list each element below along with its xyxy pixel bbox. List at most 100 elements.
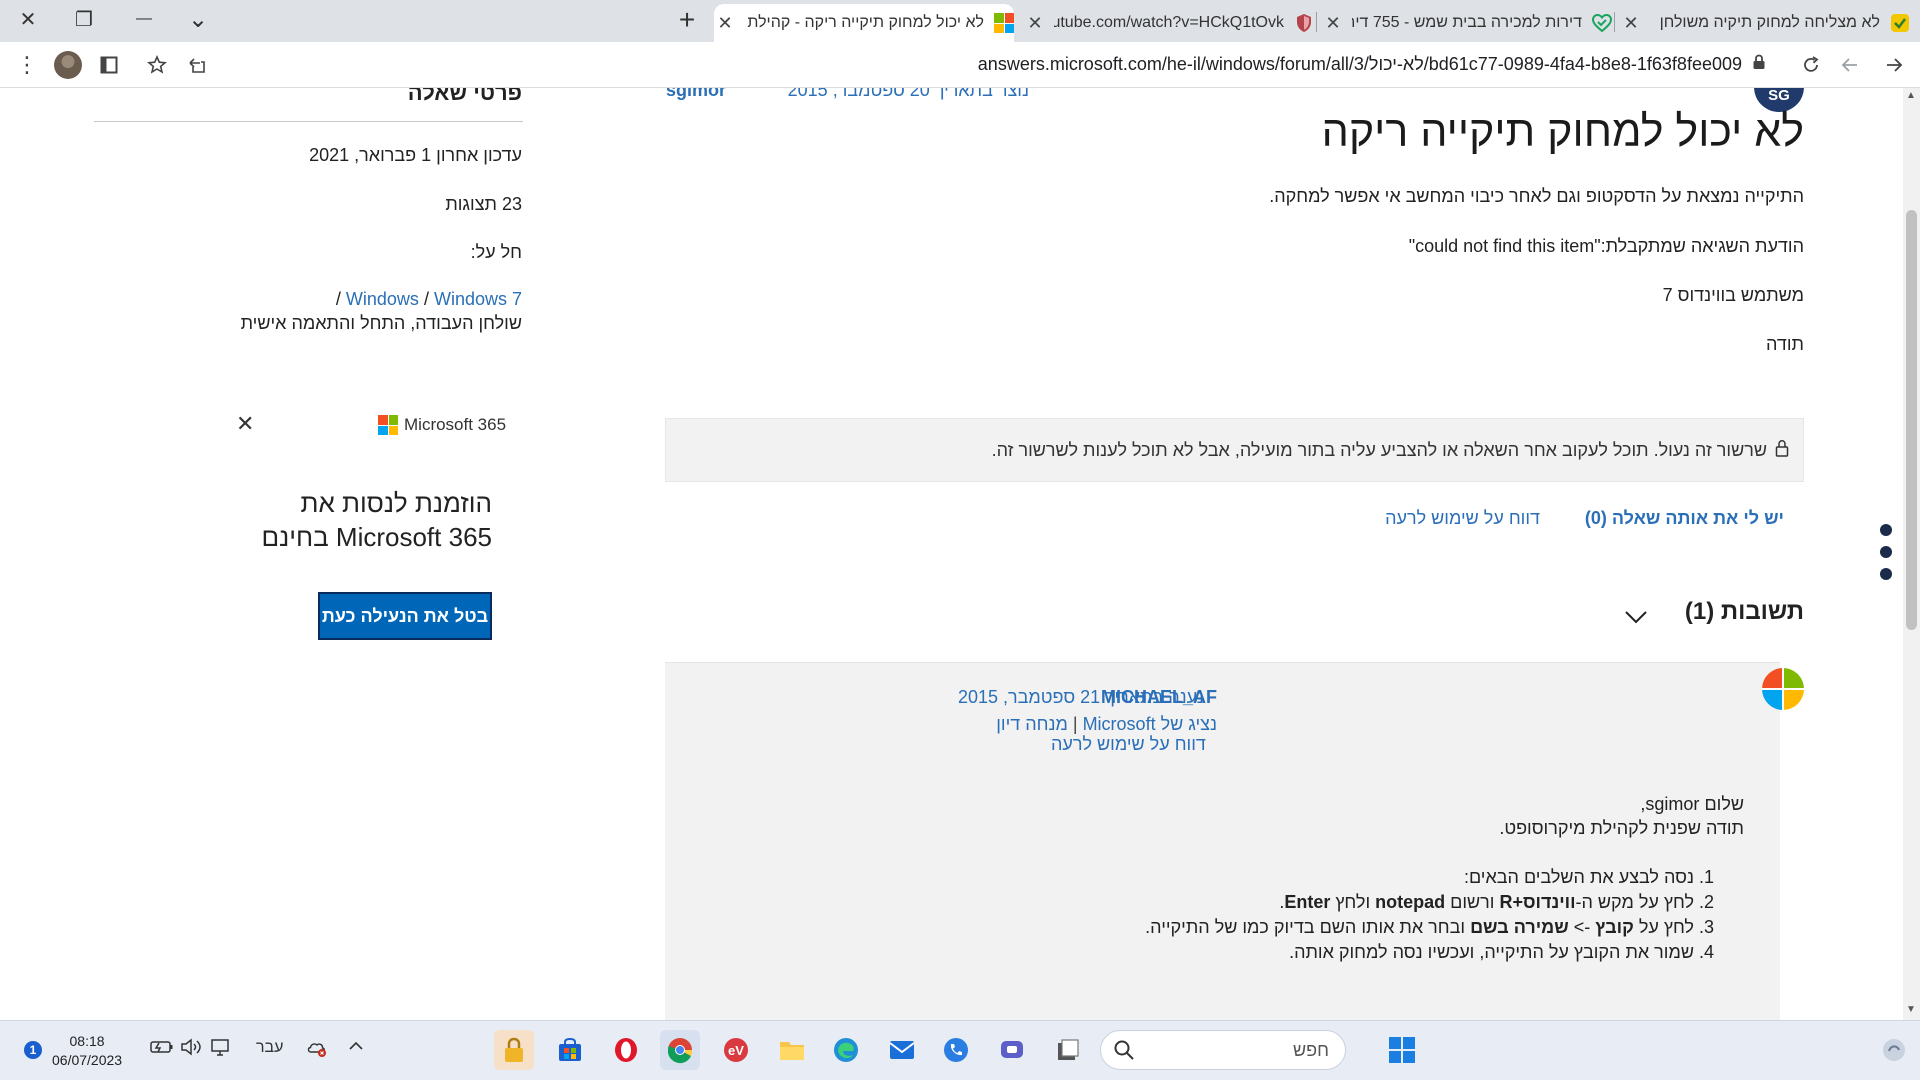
clock-date: 06/07/2023 — [52, 1052, 123, 1068]
share-icon[interactable] — [182, 50, 212, 80]
question-author[interactable]: sgimor — [666, 88, 726, 101]
volume-icon[interactable] — [180, 1038, 202, 1061]
store-icon[interactable] — [550, 1030, 590, 1070]
phone-link-icon[interactable] — [936, 1030, 976, 1070]
reload-icon[interactable] — [1796, 50, 1826, 80]
app-window-icon[interactable] — [1048, 1030, 1088, 1070]
breadcrumb-desktop[interactable]: שולחן העבודה, התחל והתאמה אישית — [241, 313, 522, 334]
file-explorer-icon[interactable] — [772, 1030, 812, 1070]
new-tab-button[interactable]: + — [672, 6, 702, 36]
mail-icon[interactable] — [882, 1030, 922, 1070]
restore-window-button[interactable]: ❐ — [56, 0, 112, 38]
chevron-down-icon: ⌄ — [187, 5, 209, 33]
microsoft-icon — [378, 415, 398, 435]
taskbar-search-placeholder: חפש — [1293, 1039, 1329, 1060]
tab-active[interactable]: לא יכול למחוק תיקייה ריקה - קהילת ✕ — [714, 4, 1014, 42]
answer-role[interactable]: נציג של Microsoft — [1083, 714, 1217, 734]
network-icon[interactable] — [210, 1038, 232, 1063]
close-icon[interactable]: ✕ — [236, 411, 254, 437]
minimize-icon: — — [136, 10, 152, 27]
tab-forum[interactable]: לא מצליחה למחוק תיקיה משולחן ✕ — [1620, 4, 1910, 42]
breadcrumb: Windows / Windows 7 / — [335, 289, 522, 309]
close-window-button[interactable]: ✕ — [0, 0, 56, 38]
answer-greeting: שלום sgimor, — [1640, 794, 1744, 814]
scroll-up-arrow-icon[interactable]: ▲ — [1906, 90, 1916, 101]
tab-apartments[interactable]: דירות למכירה בבית שמש - 755 דירות ✕ — [1322, 4, 1612, 42]
lock-app-icon[interactable] — [494, 1030, 534, 1070]
question-body-line: הודעת השגיאה שמתקבלת:"could not find thi… — [1408, 236, 1804, 256]
answer-role[interactable]: מנחה דיון — [996, 714, 1068, 734]
notification-badge[interactable]: 1 — [24, 1041, 42, 1059]
breadcrumb-windows7[interactable]: Windows 7 — [434, 289, 522, 309]
page-content: SG נוצר בתאריך 20 ספטמבר, 2015 sgimor לא… — [0, 88, 1920, 1020]
input-language[interactable]: עבר — [256, 1039, 283, 1057]
answer-step: 3. לחץ על קובץ -> שמירה בשם ובחר את אותו… — [1145, 917, 1714, 937]
sidebar-title: פרטי שאלה — [407, 88, 522, 105]
answer-report-link[interactable]: דווח על שימוש לרעה — [1051, 734, 1206, 755]
tab-youtube[interactable]: youtube.com/watch?v=HCkQ1tOvk ✕ — [1024, 4, 1314, 42]
dot-icon — [1880, 524, 1892, 536]
locked-notice-text: שרשור זה נעול. תוכל לעקוב אחר השאלה או ל… — [991, 439, 1767, 460]
promo-brand: Microsoft 365 — [378, 415, 506, 435]
taskbar-search[interactable]: חפש — [1100, 1030, 1346, 1070]
onedrive-offline-icon[interactable] — [306, 1038, 328, 1063]
copilot-icon[interactable] — [1874, 1030, 1914, 1070]
chevron-up-icon[interactable] — [348, 1038, 364, 1059]
restore-icon: ❐ — [75, 8, 93, 31]
same-question-button[interactable]: יש לי את אותה שאלה (0) — [1585, 508, 1784, 529]
tab-close-icon[interactable]: ✕ — [1620, 13, 1642, 34]
tab-separator — [1316, 12, 1317, 32]
scroll-down-arrow-icon[interactable]: ▼ — [1906, 1004, 1916, 1015]
tab-title: youtube.com/watch?v=HCkQ1tOvk — [1054, 14, 1284, 31]
unlock-now-button[interactable]: בטל את הנעילה כעת — [318, 592, 492, 640]
microsoft-icon — [994, 13, 1014, 33]
chrome-icon[interactable] — [660, 1030, 700, 1070]
locked-notice: שרשור זה נעול. תוכל לעקוב אחר השאלה או ל… — [665, 418, 1804, 482]
back-icon[interactable] — [1878, 50, 1908, 80]
applies-to-label: חל על: — [470, 242, 522, 262]
expressvpn-icon[interactable]: eV — [716, 1030, 756, 1070]
opera-icon[interactable] — [606, 1030, 646, 1070]
chevron-down-icon[interactable] — [1622, 602, 1650, 630]
lock-icon[interactable] — [1752, 54, 1766, 74]
promo-text: הוזמנת לנסות את Microsoft 365 בחינם — [262, 486, 492, 554]
microsoft-logo-icon — [1762, 668, 1804, 710]
tab-strip: ✕ ❐ — ⌄ + לא יכול למחוק תיקייה ריקה - קה… — [0, 0, 1920, 42]
tab-title: לא מצליחה למחוק תיקיה משולחן — [1659, 14, 1880, 31]
tab-search-button[interactable]: ⌄ — [170, 0, 226, 38]
lock-icon — [1775, 439, 1789, 462]
start-button[interactable] — [1382, 1030, 1422, 1070]
answer-step: 2. לחץ על מקש ה-ווינדוס+R ורשום notepad … — [1279, 892, 1714, 912]
shield-icon — [1294, 13, 1314, 33]
answer-date: נענה בתאריך 21 ספטמבר, 2015 — [958, 687, 1204, 707]
battery-icon[interactable] — [150, 1038, 174, 1061]
profile-avatar[interactable] — [54, 51, 82, 79]
menu-dots-icon[interactable]: ⋮ — [12, 50, 42, 80]
dot-icon — [1880, 568, 1892, 580]
answer-author-roles: נציג של Microsoft | מנחה דיון — [996, 714, 1217, 734]
scrollbar-thumb[interactable] — [1906, 210, 1917, 630]
bookmark-star-icon[interactable] — [142, 50, 172, 80]
answer-card — [665, 662, 1780, 1020]
question-date: נוצר בתאריך 20 ספטמבר, 2015 — [787, 88, 1029, 100]
tab-close-icon[interactable]: ✕ — [1024, 13, 1046, 34]
promo-brand-label: Microsoft 365 — [404, 415, 507, 434]
promo-line: הוזמנת לנסות את — [300, 488, 492, 518]
answer-step: 1. נסה לבצע את השלבים הבאים: — [1463, 867, 1714, 887]
report-abuse-link[interactable]: דווח על שימוש לרעה — [1385, 508, 1540, 529]
clock[interactable]: 08:18 06/07/2023 — [52, 1032, 122, 1070]
question-body-line: משתמש בווינדוס 7 — [1662, 285, 1804, 305]
address-url[interactable]: answers.microsoft.com/he-il/windows/foru… — [978, 54, 1742, 75]
breadcrumb-windows[interactable]: Windows — [346, 289, 419, 309]
page-title: לא יכול למחוק תיקייה ריקה — [1321, 108, 1804, 156]
tab-close-icon[interactable]: ✕ — [714, 13, 736, 34]
forward-icon[interactable] — [1836, 50, 1866, 80]
tab-separator — [1614, 12, 1615, 32]
teams-chat-icon[interactable] — [992, 1030, 1032, 1070]
edge-icon[interactable] — [826, 1030, 866, 1070]
promo-line: Microsoft 365 בחינם — [261, 522, 492, 552]
sidebar-toggle-icon[interactable] — [94, 50, 124, 80]
answer-step: 4. שמור את הקובץ על התיקייה, ועכשיו נסה … — [1289, 942, 1714, 962]
tab-close-icon[interactable]: ✕ — [1322, 13, 1344, 34]
minimize-window-button[interactable]: — — [116, 0, 172, 38]
